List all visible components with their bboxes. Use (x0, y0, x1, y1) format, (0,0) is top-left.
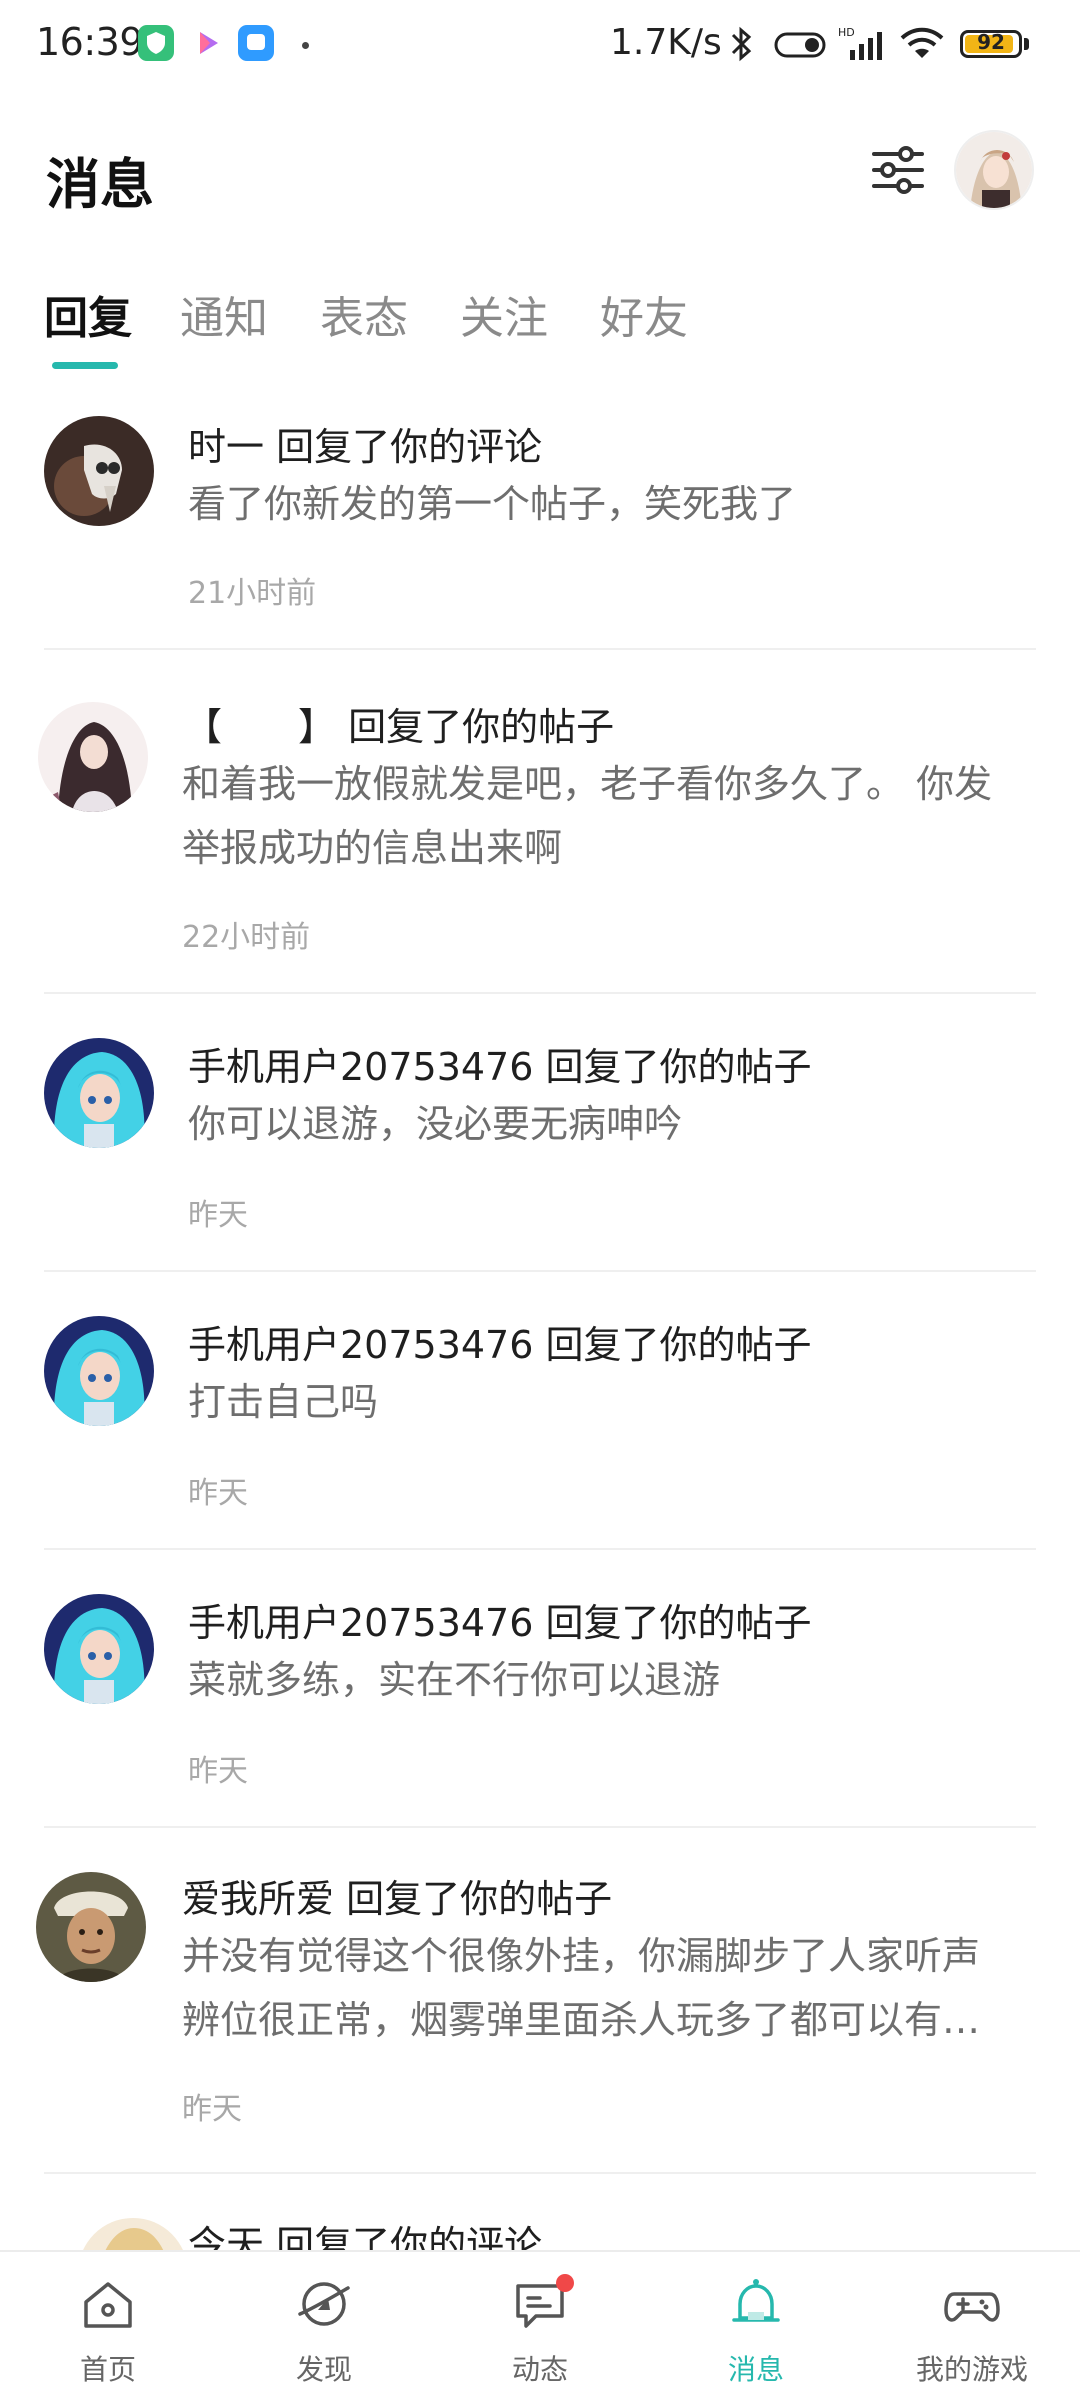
tab-notification[interactable]: 通知 (180, 282, 268, 346)
home-icon (84, 2282, 132, 2328)
item-title: 手机用户20753476 回复了你的帖子 (188, 1045, 812, 1089)
item-content: 你可以退游，没必要无病呻吟 (188, 1102, 683, 1146)
nav-home-label: 首页 (79, 2353, 136, 2386)
gamepad-icon (944, 2292, 1000, 2322)
nav-messages[interactable]: 消息 (648, 2252, 864, 2402)
avatar[interactable] (78, 2218, 188, 2250)
tab-reply[interactable]: 回复 (44, 282, 132, 346)
nav-my-games[interactable]: 我的游戏 (864, 2252, 1080, 2402)
list-item[interactable]: 爱我所爱 回复了你的帖子 并没有觉得这个很像外挂，你漏脚步了人家听声辨位很正常，… (0, 1828, 1080, 2172)
battery-level: 92 (977, 30, 1005, 54)
battery-tip (1024, 38, 1029, 50)
video-app-icon (190, 25, 226, 61)
list-item[interactable]: 手机用户20753476 回复了你的帖子 菜就多练，实在不行你可以退游 昨天 (0, 1550, 1080, 1828)
message-tabs: 回复 通知 表态 关注 好友 (0, 282, 1080, 372)
item-content: 并没有觉得这个很像外挂，你漏脚步了人家听声辨位很正常，烟雾弹里面杀人玩多了都可以… (182, 1934, 981, 2042)
chat-app-icon (238, 25, 274, 61)
list-item[interactable]: 今天 回复了你的评论 (0, 2174, 1080, 2250)
item-title: 今天 回复了你的评论 (188, 2223, 543, 2250)
item-title: 时一 回复了你的评论 (188, 425, 543, 469)
security-app-icon (138, 25, 174, 61)
page-title: 消息 (46, 153, 154, 216)
wifi-icon (898, 24, 946, 68)
nav-discover[interactable]: 发现 (216, 2252, 432, 2402)
bluetooth-icon (724, 24, 758, 68)
feed-badge-dot (556, 2274, 574, 2292)
nav-feed[interactable]: 动态 (432, 2252, 648, 2402)
signal-icon: HD (836, 24, 888, 68)
avatar[interactable] (36, 1872, 146, 1982)
sliders-icon (872, 146, 924, 194)
item-title: 手机用户20753476 回复了你的帖子 (188, 1323, 812, 1367)
bell-icon (732, 2279, 780, 2322)
filter-settings-button[interactable] (868, 140, 928, 200)
item-title: 【 】 回复了你的帖子 (184, 705, 615, 749)
item-time: 昨天 (188, 1754, 248, 1789)
nav-messages-label: 消息 (727, 2353, 784, 2386)
list-item[interactable]: 手机用户20753476 回复了你的帖子 打击自己吗 昨天 (0, 1272, 1080, 1550)
nav-discover-label: 发现 (295, 2353, 352, 2386)
avatar[interactable] (44, 416, 154, 526)
item-content: 和着我一放假就发是吧，老子看你多久了。 你发举报成功的信息出来啊 (182, 762, 993, 870)
avatar[interactable] (44, 1316, 154, 1426)
tab-reaction[interactable]: 表态 (320, 282, 408, 346)
bottom-navigation: 首页 发现 动态 消息 我的游戏 (0, 2250, 1080, 2402)
user-avatar[interactable] (954, 130, 1034, 210)
item-content: 打击自己吗 (188, 1380, 379, 1424)
tab-friends[interactable]: 好友 (600, 282, 688, 346)
nav-feed-label: 动态 (511, 2353, 568, 2386)
item-time: 昨天 (188, 1476, 248, 1511)
item-content: 看了你新发的第一个帖子，笑死我了 (188, 482, 797, 526)
nav-my-games-label: 我的游戏 (915, 2353, 1028, 2386)
list-item[interactable]: 手机用户20753476 回复了你的帖子 你可以退游，没必要无病呻吟 昨天 (0, 994, 1080, 1270)
avatar[interactable] (44, 1038, 154, 1148)
item-content: 菜就多练，实在不行你可以退游 (188, 1658, 721, 1702)
vibrate-icon (772, 24, 828, 68)
nav-home[interactable]: 首页 (0, 2252, 216, 2402)
network-speed: 1.7K/s (610, 22, 722, 63)
list-item[interactable]: 【 】 回复了你的帖子 和着我一放假就发是吧，老子看你多久了。 你发举报成功的信… (0, 650, 1080, 994)
battery-icon: 92 (960, 30, 1022, 58)
svg-text:HD: HD (838, 26, 855, 39)
item-time: 昨天 (188, 1198, 248, 1233)
avatar[interactable] (38, 702, 148, 812)
active-tab-indicator (52, 362, 118, 369)
item-title: 爱我所爱 回复了你的帖子 (182, 1877, 613, 1921)
item-title: 手机用户20753476 回复了你的帖子 (188, 1601, 812, 1645)
item-time: 21小时前 (188, 576, 317, 611)
status-bar: 16:39 1.7K/s HD 92 (0, 0, 1080, 90)
tab-follow[interactable]: 关注 (460, 282, 548, 346)
item-time: 22小时前 (182, 920, 311, 955)
more-notifications-dot (302, 42, 309, 49)
status-time: 16:39 (36, 20, 144, 64)
discover-icon (298, 2282, 350, 2326)
item-time: 昨天 (182, 2092, 242, 2127)
list-item[interactable]: 时一 回复了你的评论 看了你新发的第一个帖子，笑死我了 21小时前 (0, 400, 1080, 650)
avatar[interactable] (44, 1594, 154, 1704)
